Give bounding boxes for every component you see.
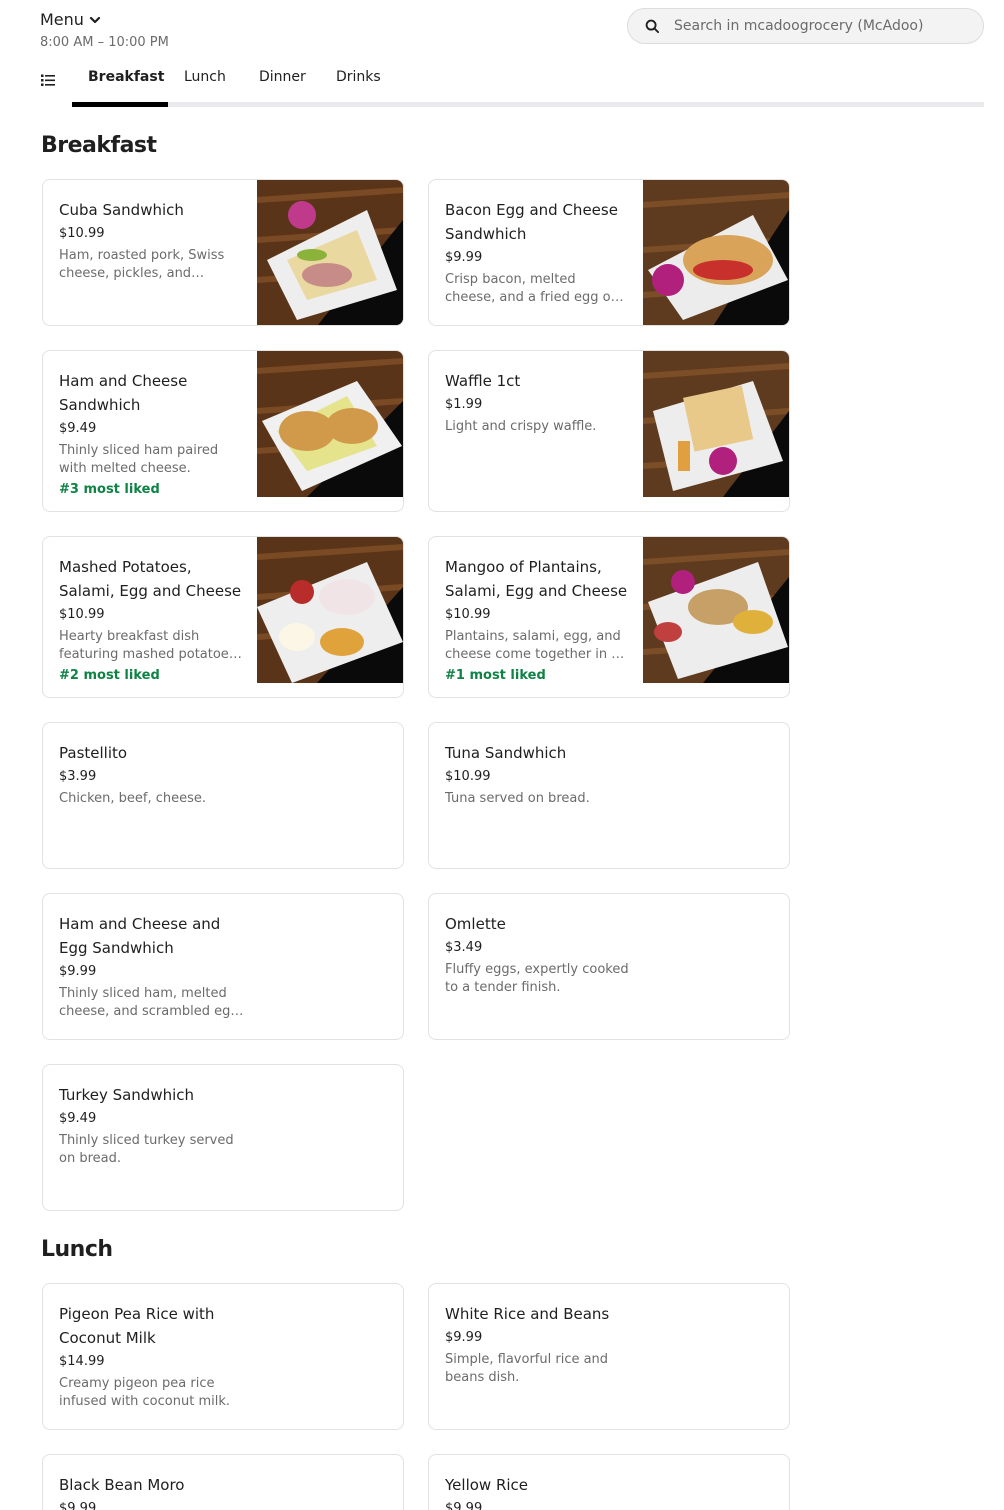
item-description: Simple, flavorful rice and beans dish. [445,1352,609,1385]
item-name: Ham and Cheese and Egg Sandwhich [59,915,221,957]
item-name: Mashed Potatoes, Salami, Egg and Cheese [59,558,242,600]
item-description: Fluffy eggs, expertly cooked to a tender… [445,962,629,995]
store-hours: 8:00 AM – 10:00 PM [40,35,169,50]
item-description: Crisp bacon, melted cheese, and a fried … [445,272,619,305]
item-name: Waffle 1ct [445,372,521,390]
menu-item-card[interactable]: Pastellito $3.99 Chicken, beef, cheese. [42,722,404,869]
menu-item-card[interactable]: Black Bean Moro $9.99 [42,1454,404,1510]
item-description: Chicken, beef, cheese. [59,791,207,806]
item-price: $10.99 [445,607,491,622]
section-title-lunch: Lunch [41,1237,113,1262]
item-description: Thinly sliced ham, melted cheese, and sc… [59,986,239,1019]
menu-item-card[interactable]: Turkey Sandwhich $9.49 Thinly sliced tur… [42,1064,404,1211]
item-price: $9.99 [445,250,483,265]
menu-dropdown[interactable]: Menu [40,10,102,29]
item-name: Pigeon Pea Rice with Coconut Milk [59,1305,215,1347]
chevron-down-icon [89,16,101,23]
item-description: Tuna served on bread. [445,791,590,806]
item-name: Cuba Sandwhich [59,201,184,219]
popularity-badge: #3 most liked [59,482,160,497]
item-price: $9.99 [59,964,97,979]
top-bar: Menu 8:00 AM – 10:00 PM [0,0,1004,60]
item-price: $10.99 [59,226,105,241]
item-price: $10.99 [59,607,105,622]
item-price: $10.99 [445,769,491,784]
search-bar[interactable] [627,8,984,44]
menu-item-card[interactable]: Bacon Egg and Cheese Sandwhich $9.99 Cri… [428,179,790,326]
menu-item-card[interactable]: Mangoo of Plantains, Salami, Egg and Che… [428,536,790,698]
search-icon [645,19,660,34]
menu-item-card[interactable]: White Rice and Beans $9.99 Simple, flavo… [428,1283,790,1430]
popularity-badge: #2 most liked [59,668,160,683]
item-price: $1.99 [445,397,483,412]
item-name: Omlette [445,915,506,933]
section-title-breakfast: Breakfast [41,133,157,158]
item-name: Pastellito [59,744,128,762]
search-input[interactable] [674,9,974,43]
tab-lunch[interactable]: Lunch [168,68,242,102]
tab-dinner[interactable]: Dinner [243,68,322,102]
menu-item-card[interactable]: Ham and Cheese Sandwhich $9.49 Thinly sl… [42,350,404,512]
popularity-badge: #1 most liked [445,668,546,683]
item-name: Tuna Sandwhich [445,744,567,762]
menu-title: Menu [40,10,84,29]
item-name: Ham and Cheese Sandwhich [59,372,188,414]
menu-item-card[interactable]: Omlette $3.49 Fluffy eggs, expertly cook… [428,893,790,1040]
item-description: Plantains, salami, egg, and cheese come … [445,629,621,662]
tab-drinks[interactable]: Drinks [320,68,397,102]
item-price: $9.99 [445,1501,483,1510]
item-name: Mangoo of Plantains, Salami, Egg and Che… [445,558,628,600]
menu-item-card[interactable]: Yellow Rice $9.99 [428,1454,790,1510]
item-description: Ham, roasted pork, Swiss cheese, pickles… [59,248,225,281]
item-description: Hearty breakfast dish featuring mashed p… [59,629,236,662]
item-price: $3.99 [59,769,97,784]
item-price: $14.99 [59,1354,105,1369]
item-photo [257,351,403,497]
menu-item-card[interactable]: Cuba Sandwhich $10.99 Ham, roasted pork,… [42,179,404,326]
menu-item-card[interactable]: Tuna Sandwhich $10.99 Tuna served on bre… [428,722,790,869]
item-price: $9.49 [59,1111,97,1126]
menu-item-card[interactable]: Mashed Potatoes, Salami, Egg and Cheese … [42,536,404,698]
item-price: $3.49 [445,940,483,955]
list-icon[interactable] [40,72,56,88]
item-photo [643,180,789,325]
menu-item-card[interactable]: Waffle 1ct $1.99 Light and crispy waffle… [428,350,790,512]
item-price: $9.99 [445,1330,483,1345]
item-description: Light and crispy waffle. [445,419,597,434]
category-tabs: Breakfast Lunch Dinner Drinks [0,60,1004,108]
item-description: Thinly sliced ham paired with melted che… [59,443,219,476]
item-name: Yellow Rice [445,1476,529,1494]
item-name: White Rice and Beans [445,1305,610,1323]
item-description: Creamy pigeon pea rice infused with coco… [59,1376,230,1409]
menu-item-card[interactable]: Ham and Cheese and Egg Sandwhich $9.99 T… [42,893,404,1040]
item-price: $9.49 [59,421,97,436]
item-name: Black Bean Moro [59,1476,185,1494]
item-photo [643,351,789,497]
item-price: $9.99 [59,1501,97,1510]
menu-item-card[interactable]: Pigeon Pea Rice with Coconut Milk $14.99… [42,1283,404,1430]
active-tab-indicator [72,102,168,107]
item-photo [643,537,789,683]
item-name: Bacon Egg and Cheese Sandwhich [445,201,618,243]
item-description: Thinly sliced turkey served on bread. [59,1133,234,1166]
item-name: Turkey Sandwhich [59,1086,195,1104]
tab-track [72,102,984,107]
tab-breakfast[interactable]: Breakfast [72,68,180,102]
item-photo [257,537,403,683]
item-photo [257,180,403,325]
